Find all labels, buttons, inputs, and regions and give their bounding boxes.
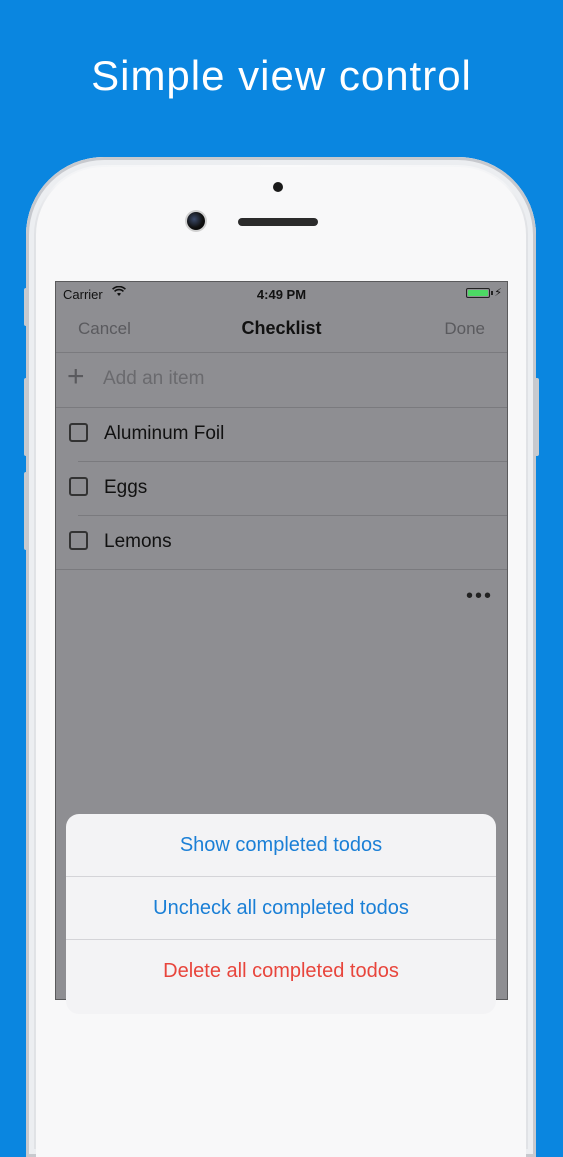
action-sheet: Show completed todos Uncheck all complet…: [66, 814, 496, 1014]
plus-icon[interactable]: +: [67, 362, 85, 392]
battery-tip: [491, 291, 493, 295]
todo-label: Aluminum Foil: [104, 423, 225, 444]
todo-row[interactable]: Lemons: [56, 515, 507, 569]
battery-level: [468, 290, 488, 296]
todo-checkbox[interactable]: [69, 531, 88, 550]
todo-label: Lemons: [104, 531, 172, 552]
earpiece-speaker: [238, 218, 318, 226]
status-bar: Carrier 4:49 PM ⚡: [56, 282, 507, 306]
status-time: 4:49 PM: [256, 287, 307, 302]
charging-bolt-icon: ⚡: [494, 287, 502, 299]
todo-row[interactable]: Aluminum Foil: [56, 407, 507, 461]
front-camera-icon: [187, 212, 205, 230]
todo-row[interactable]: Eggs: [56, 461, 507, 515]
done-button[interactable]: Done: [444, 319, 485, 339]
divider: [56, 569, 507, 570]
page-title: Checklist: [241, 318, 322, 338]
more-horizontal-icon[interactable]: •••: [466, 586, 493, 606]
todo-label: Eggs: [104, 477, 148, 498]
page-headline: Simple view control: [91, 52, 472, 99]
divider: [56, 352, 507, 353]
delete-completed-button[interactable]: Delete all completed todos: [66, 940, 496, 1002]
battery-icon: [466, 288, 490, 298]
add-item-input[interactable]: [103, 367, 463, 391]
uncheck-completed-button[interactable]: Uncheck all completed todos: [66, 877, 496, 939]
navigation-bar: Cancel Checklist Done: [56, 306, 507, 352]
todo-checkbox[interactable]: [69, 477, 88, 496]
todo-checkbox[interactable]: [69, 423, 88, 442]
show-completed-button[interactable]: Show completed todos: [66, 814, 496, 876]
add-item-row[interactable]: +: [56, 354, 507, 406]
proximity-sensor: [273, 182, 283, 192]
